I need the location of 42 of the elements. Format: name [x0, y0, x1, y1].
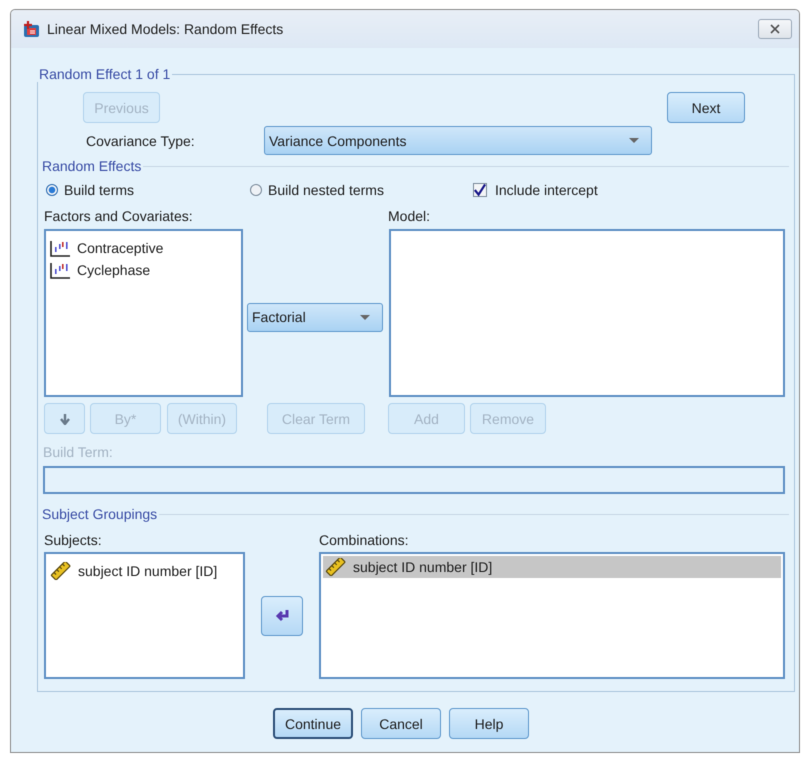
subjects-list[interactable]: subject ID number [ID]: [44, 552, 245, 679]
field-label: Covariance Type:: [86, 132, 196, 148]
list-row[interactable]: subject ID number [ID]: [50, 560, 243, 582]
list-item[interactable]: Contraceptive: [77, 240, 164, 256]
app-icon: [22, 20, 41, 38]
term-type-dropdown[interactable]: Factorial: [247, 302, 383, 332]
radio-button[interactable]: [46, 184, 58, 196]
caret-icon: [360, 314, 370, 320]
list-label: Factors and Covariates:: [44, 208, 194, 225]
checkbox[interactable]: [473, 183, 487, 197]
option-label: Build nested terms: [268, 182, 384, 198]
section-title: Random Effects: [41, 158, 142, 174]
list-label: Combinations:: [319, 532, 408, 549]
caret-icon: [629, 138, 639, 143]
close-button[interactable]: [758, 19, 792, 39]
cancel-button[interactable]: Cancel: [361, 708, 441, 739]
close-icon: [770, 24, 780, 34]
list-label: Subjects:: [44, 532, 103, 549]
next-button[interactable]: Next: [667, 92, 745, 123]
list-label: Model:: [388, 208, 430, 225]
option-label: Build terms: [64, 182, 134, 198]
arrow-down-icon: [60, 412, 70, 424]
help-button[interactable]: Help: [449, 708, 529, 739]
move-button[interactable]: [261, 596, 303, 636]
list-item[interactable]: Cyclephase: [77, 262, 150, 278]
list-row[interactable]: subject ID number [ID]: [323, 556, 781, 578]
group-title: Random Effect 1 of 1: [38, 66, 172, 82]
window-title: Linear Mixed Models: Random Effects: [47, 21, 284, 37]
arrow-left-icon: [275, 609, 289, 622]
nominal-variable-icon: [50, 262, 71, 278]
section-title: Subject Groupings: [41, 506, 158, 522]
option-label: Include intercept: [495, 182, 598, 198]
radio-button[interactable]: [250, 184, 262, 196]
nominal-variable-icon: [50, 240, 71, 256]
checkmark-icon: [473, 183, 486, 197]
combinations-list[interactable]: subject ID number [ID]: [319, 552, 785, 679]
factors-list[interactable]: Contraceptive Cyclephase: [44, 229, 243, 397]
continue-button[interactable]: Continue: [273, 708, 353, 739]
ruler-icon: [325, 558, 347, 576]
covariance-type-dropdown[interactable]: Variance Components: [264, 126, 652, 155]
model-list[interactable]: [389, 229, 785, 397]
field-label: Build Term:: [42, 443, 114, 461]
